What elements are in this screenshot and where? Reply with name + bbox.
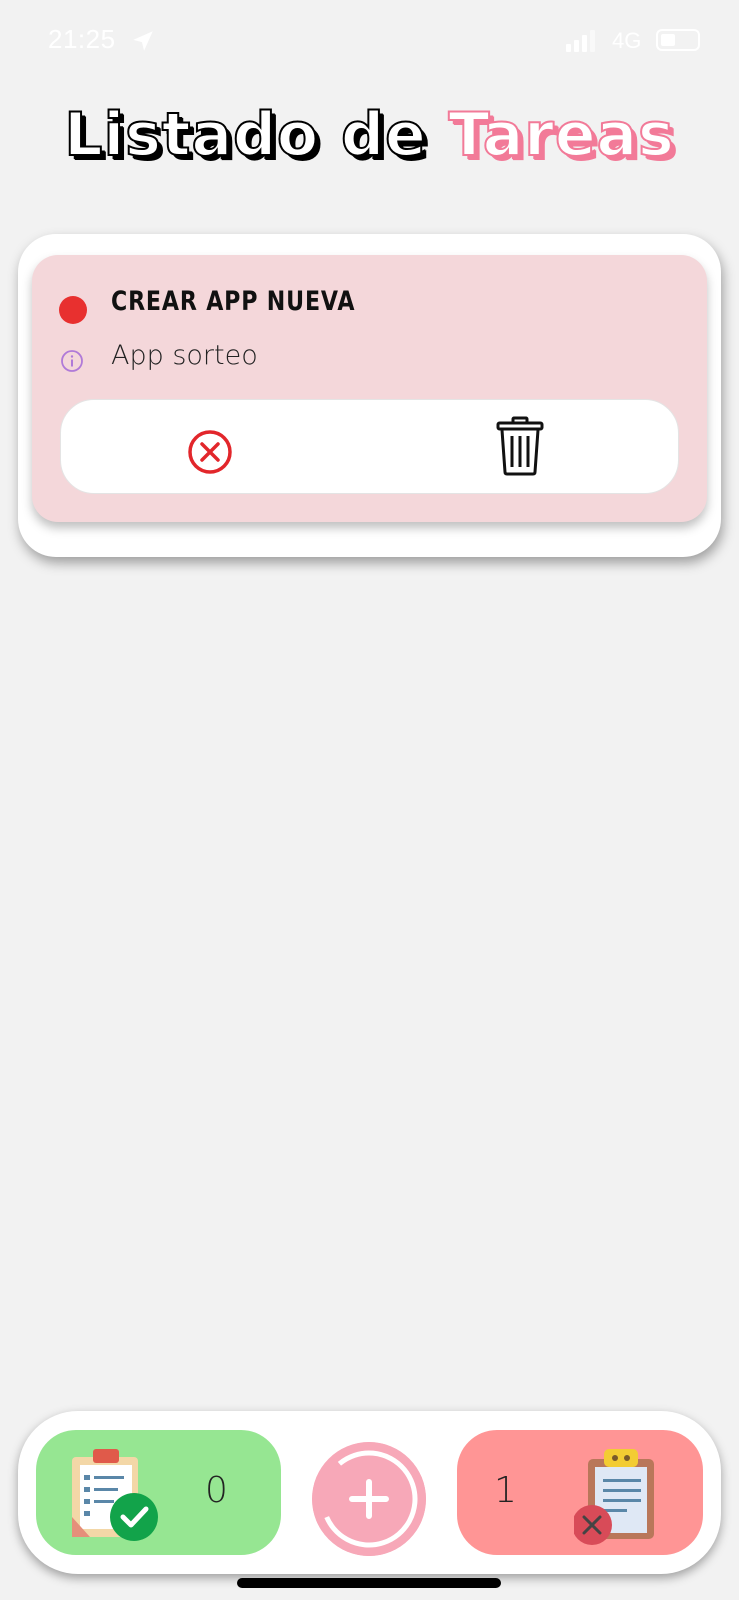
status-time: 21:25: [48, 24, 116, 54]
info-icon: [61, 350, 83, 372]
title-part2: Tareas: [448, 99, 675, 171]
status-bar: 21:25 4G: [0, 0, 739, 80]
home-indicator: [237, 1578, 501, 1588]
page-title: Listado de Tareas: [0, 99, 739, 171]
task-actions-bar: [60, 399, 679, 494]
completed-count: 0: [205, 1470, 228, 1511]
location-arrow-icon: [133, 31, 153, 51]
battery-icon: [656, 29, 700, 51]
cancel-task-button[interactable]: [186, 428, 234, 476]
pending-count: 1: [494, 1470, 517, 1511]
delete-task-button[interactable]: [495, 416, 545, 476]
task-title: CREAR APP NUEVA: [111, 286, 356, 317]
signal-icon: [566, 30, 595, 52]
task-status-dot: [59, 296, 87, 324]
clipboard-check-icon: [72, 1449, 158, 1541]
clipboard-cross-icon: [574, 1449, 654, 1545]
task-description: App sorteo: [111, 340, 258, 371]
network-type: 4G: [612, 28, 642, 53]
add-task-button[interactable]: [312, 1442, 426, 1556]
title-part1: Listado de: [63, 99, 427, 171]
app-root: 21:25 4G Listado de Tareas CREAR APP NUE…: [0, 0, 739, 1600]
